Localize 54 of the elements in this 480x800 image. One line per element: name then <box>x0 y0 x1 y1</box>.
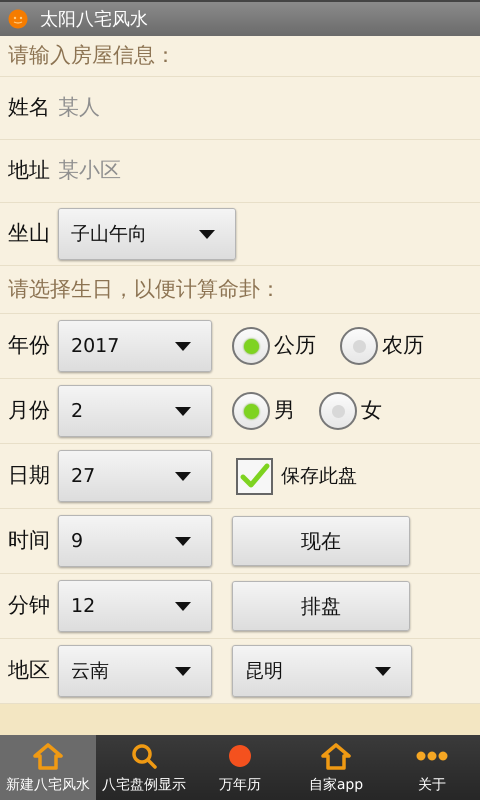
window-title: 太阳八宅风水 <box>40 8 148 32</box>
field-label: 坐山 <box>8 220 50 248</box>
dropdown[interactable]: 27 <box>58 450 212 502</box>
radio-button[interactable] <box>319 392 357 430</box>
checkbox-label: 保存此盘 <box>281 464 357 489</box>
field-label: 地址 <box>8 157 50 184</box>
radio-button[interactable] <box>232 392 270 430</box>
radio-button[interactable] <box>340 327 378 365</box>
caret-icon <box>199 230 215 238</box>
section-heading: 请输入房屋信息： <box>8 42 176 70</box>
app-icon <box>8 9 28 29</box>
dropdown[interactable]: 云南 <box>58 645 212 697</box>
field-label: 姓名 <box>8 94 50 122</box>
input-field[interactable]: 某人 <box>58 92 472 124</box>
field-label: 日期 <box>8 462 50 490</box>
field-label: 分钟 <box>8 592 50 620</box>
caret-icon <box>175 666 191 676</box>
check-icon <box>240 463 270 489</box>
action-button[interactable]: 排盘 <box>232 581 410 631</box>
radio-label: 男 <box>274 397 295 424</box>
section-heading: 请选择生日，以便计算命卦： <box>8 276 281 303</box>
radio-label: 公历 <box>274 332 316 360</box>
search-icon <box>130 742 158 770</box>
nav-tab[interactable]: 自家app <box>288 735 384 800</box>
caret-icon <box>175 406 191 416</box>
nav-tab[interactable]: 新建八宅风水 <box>0 735 96 800</box>
radio-button[interactable] <box>232 327 270 365</box>
house-icon <box>320 742 352 770</box>
dropdown[interactable]: 2017 <box>58 320 212 372</box>
checkbox[interactable] <box>236 458 273 494</box>
field-label: 时间 <box>8 527 50 554</box>
nav-tab[interactable]: 八宅盘例显示 <box>96 735 192 800</box>
radio-label: 农历 <box>382 332 424 360</box>
field-label: 地区 <box>8 657 50 684</box>
action-button[interactable]: 现在 <box>232 516 410 566</box>
dropdown[interactable]: 9 <box>58 515 212 567</box>
caret-icon <box>175 342 191 350</box>
house-icon <box>32 742 64 770</box>
nav-tab[interactable]: 万年历 <box>192 735 288 800</box>
dropdown[interactable]: 2 <box>58 385 212 437</box>
caret-icon <box>175 602 191 610</box>
field-label: 月份 <box>8 397 50 424</box>
input-field[interactable]: 某小区 <box>58 155 472 187</box>
field-label: 年份 <box>8 332 50 360</box>
dropdown[interactable]: 昆明 <box>232 645 412 697</box>
caret-icon <box>375 666 391 676</box>
radio-label: 女 <box>361 397 382 424</box>
dropdown[interactable]: 子山午向 <box>58 208 236 260</box>
caret-icon <box>175 472 191 480</box>
dot-icon <box>228 744 252 768</box>
caret-icon <box>175 536 191 546</box>
more-icon <box>416 751 448 761</box>
dropdown[interactable]: 12 <box>58 580 212 632</box>
nav-tab[interactable]: 关于 <box>384 735 480 800</box>
